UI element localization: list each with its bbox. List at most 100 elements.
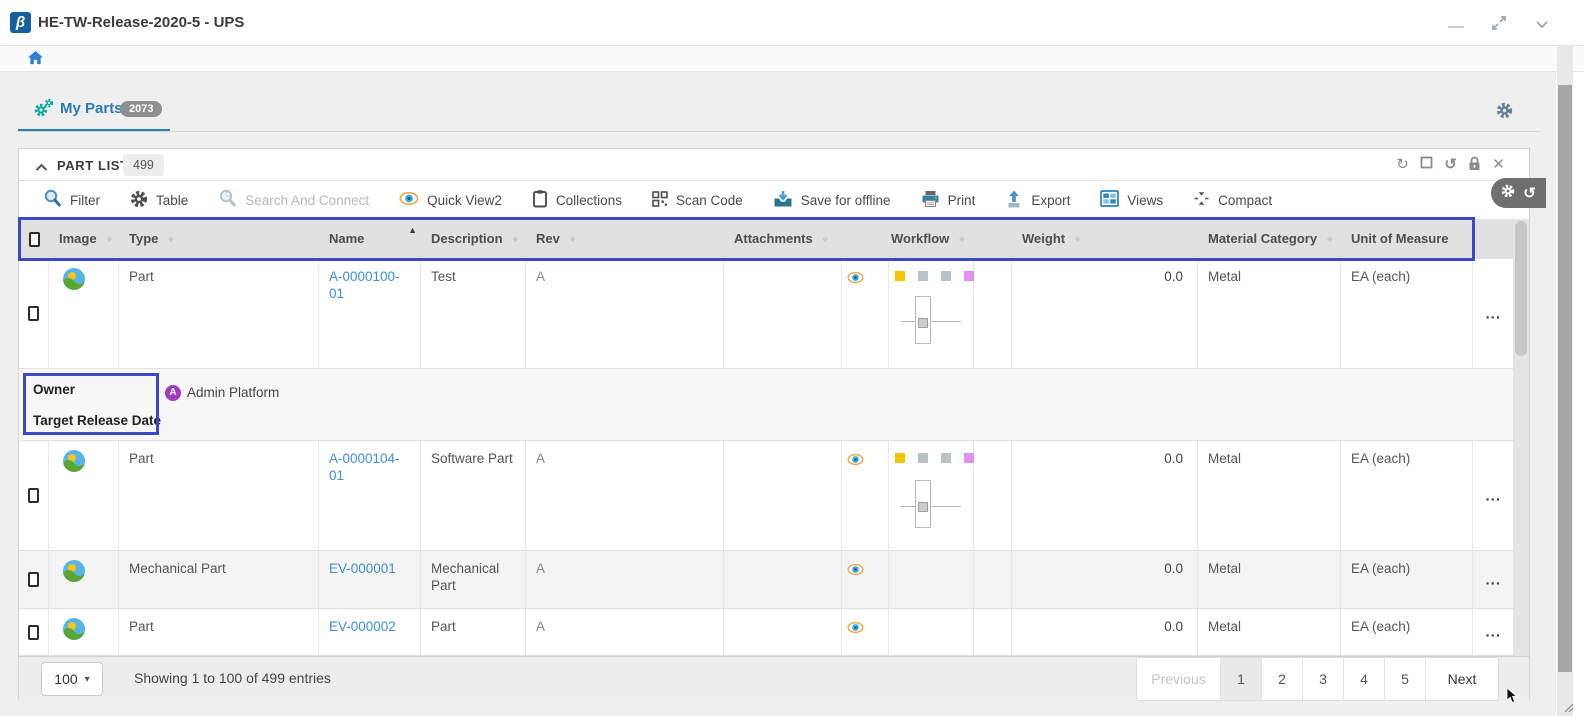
next-page-button[interactable]: Next <box>1426 658 1498 700</box>
sort-hint-icon: ◆ <box>1327 236 1332 243</box>
cell-material: Metal <box>1198 551 1341 608</box>
cell-weight: 0.0 <box>1012 441 1198 550</box>
status-square-gray <box>941 271 951 281</box>
search-and-connect-button[interactable]: Search And Connect <box>218 189 369 211</box>
tab-settings-gear-icon[interactable] <box>1496 102 1513 124</box>
tab-my-parts[interactable]: My Parts <box>60 100 123 117</box>
part-thumbnail <box>63 268 85 290</box>
window-scrollbar[interactable] <box>1557 46 1573 716</box>
printer-icon <box>921 190 940 211</box>
cell-workflow <box>889 441 974 550</box>
part-thumbnail <box>63 450 85 472</box>
column-header-name[interactable]: Name▲ <box>319 219 421 259</box>
row-actions-button[interactable]: ... <box>1485 305 1501 322</box>
export-button[interactable]: Export <box>1005 190 1070 211</box>
part-name-link[interactable]: A-0000104-01 <box>329 451 400 483</box>
quick-view-eye-icon[interactable] <box>847 453 864 470</box>
search-connect-icon <box>218 189 237 211</box>
row-actions-button[interactable]: ... <box>1485 571 1501 588</box>
column-header-description[interactable]: Description◆ <box>421 219 526 259</box>
window-title-bar: β HE-TW-Release-2020-5 - UPS — <box>0 0 1584 46</box>
window-scrollbar-thumb[interactable] <box>1558 85 1572 672</box>
quick-view-eye-icon[interactable] <box>847 271 864 288</box>
row-actions-button[interactable]: ... <box>1485 624 1501 641</box>
sort-hint-icon: ◆ <box>513 236 518 243</box>
lock-icon[interactable] <box>1466 156 1483 173</box>
cell-uom: EA (each) <box>1341 259 1473 368</box>
page-button-2[interactable]: 2 <box>1262 658 1303 700</box>
row-checkbox[interactable] <box>28 488 39 503</box>
part-thumbnail <box>63 618 85 640</box>
home-icon[interactable] <box>28 51 43 70</box>
status-square-yellow <box>895 271 905 281</box>
workflow-diagram-node <box>918 318 928 328</box>
cell-description: Test <box>421 259 526 368</box>
sort-hint-icon: ◆ <box>107 236 112 243</box>
quick-view-eye-icon[interactable] <box>847 621 864 638</box>
table-row: Mechanical Part EV-000001 Mechanical Par… <box>19 551 1513 609</box>
download-tray-icon <box>773 190 793 211</box>
table-button[interactable]: Table <box>130 190 188 211</box>
page-button-4[interactable]: 4 <box>1344 658 1385 700</box>
column-header-rev[interactable]: Rev◆ <box>526 219 724 259</box>
table-scrollbar-thumb[interactable] <box>1515 221 1527 356</box>
column-header-attachments[interactable]: Attachments◆ <box>724 219 842 259</box>
cell-rev: A <box>526 441 724 550</box>
row-checkbox[interactable] <box>28 306 39 321</box>
save-for-offline-button[interactable]: Save for offline <box>773 190 891 211</box>
filter-button[interactable]: Filter <box>43 189 100 211</box>
table-toolbar: Filter Table Search And Connect Quick Vi… <box>19 181 1529 219</box>
quick-view-eye-icon[interactable] <box>847 563 864 580</box>
column-header-weight[interactable]: Weight◆ <box>1012 219 1198 259</box>
page-size-select[interactable]: 100 ▾ <box>41 662 103 696</box>
page-button-3[interactable]: 3 <box>1303 658 1344 700</box>
table-scrollbar[interactable] <box>1513 219 1529 656</box>
undo-icon[interactable]: ↺ <box>1442 156 1459 173</box>
resize-corner-icon[interactable] <box>1562 700 1574 718</box>
collections-button[interactable]: Collections <box>532 189 622 211</box>
page-button-1[interactable]: 1 <box>1221 658 1262 700</box>
flyout-undo-icon[interactable]: ↺ <box>1523 186 1536 201</box>
part-name-link[interactable]: A-0000100-01 <box>329 269 400 301</box>
sort-hint-icon: ◆ <box>1075 236 1080 243</box>
refresh-icon[interactable]: ↻ <box>1394 156 1411 173</box>
row-checkbox[interactable] <box>28 625 39 640</box>
row-actions-button[interactable]: ... <box>1485 487 1501 504</box>
sort-hint-icon: ◆ <box>168 236 173 243</box>
column-header-material-category[interactable]: Material Category◆ <box>1198 219 1341 259</box>
pagination: Previous 1 2 3 4 5 Next <box>1136 657 1499 701</box>
part-name-link[interactable]: EV-000002 <box>329 619 396 634</box>
scan-code-button[interactable]: Scan Code <box>652 191 743 210</box>
column-header-type[interactable]: Type◆ <box>119 219 319 259</box>
cell-rev: A <box>526 259 724 368</box>
column-header-unit-of-measure[interactable]: Unit of Measure <box>1341 219 1473 259</box>
restore-window-icon[interactable] <box>1418 156 1435 173</box>
flyout-gear-icon[interactable] <box>1501 184 1515 203</box>
table-header-row: Image◆ Type◆ Name▲ Description◆ Rev◆ Att… <box>19 219 1513 259</box>
quick-view2-button[interactable]: Quick View2 <box>399 191 502 209</box>
cell-type: Part <box>119 609 319 655</box>
chevron-down-icon[interactable] <box>1534 17 1552 35</box>
cell-material: Metal <box>1198 259 1341 368</box>
collapse-chevron-icon[interactable] <box>35 159 48 177</box>
table-row: Part EV-000002 Part A 0.0 Metal EA (each… <box>19 609 1513 656</box>
field-labels-highlight <box>23 373 159 435</box>
print-button[interactable]: Print <box>921 190 976 211</box>
export-arrow-icon <box>1005 190 1023 211</box>
select-all-checkbox[interactable] <box>29 232 40 247</box>
page-button-5[interactable]: 5 <box>1385 658 1426 700</box>
part-name-link[interactable]: EV-000001 <box>329 561 396 576</box>
cell-weight: 0.0 <box>1012 609 1198 655</box>
compact-button[interactable]: Compact <box>1193 190 1272 210</box>
row-checkbox[interactable] <box>28 572 39 587</box>
views-button[interactable]: Views <box>1100 190 1163 210</box>
minimize-icon[interactable]: — <box>1448 18 1466 36</box>
previous-page-button[interactable]: Previous <box>1137 658 1221 700</box>
status-square-gray <box>918 271 928 281</box>
cell-rev: A <box>526 609 724 655</box>
close-icon[interactable]: ✕ <box>1490 156 1507 173</box>
column-header-workflow[interactable]: Workflow◆ <box>889 219 974 259</box>
column-header-image[interactable]: Image◆ <box>49 219 119 259</box>
cell-rev: A <box>526 551 724 608</box>
expand-icon[interactable] <box>1490 14 1508 32</box>
